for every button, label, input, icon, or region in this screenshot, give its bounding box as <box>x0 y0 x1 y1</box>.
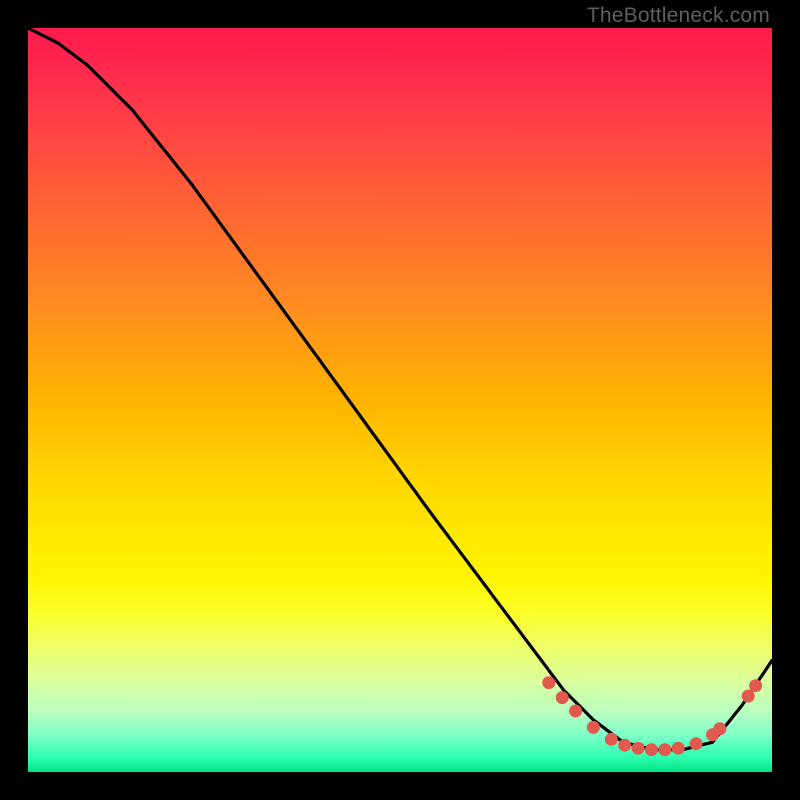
chart-dot <box>605 733 618 746</box>
chart-dot <box>569 705 582 718</box>
chart-dot <box>632 742 645 755</box>
chart-dot <box>556 691 569 704</box>
chart-dot <box>713 722 726 735</box>
attribution-text: TheBottleneck.com <box>587 4 770 28</box>
chart-dot <box>690 737 703 750</box>
chart-dot <box>749 679 762 692</box>
chart-dot <box>658 743 671 756</box>
chart-dot <box>542 676 555 689</box>
chart-plot-area <box>28 28 772 772</box>
chart-dot <box>587 721 600 734</box>
chart-svg <box>28 28 772 772</box>
chart-dot <box>742 690 755 703</box>
bottleneck-curve <box>28 28 772 750</box>
chart-dot <box>645 743 658 756</box>
chart-dot <box>618 739 631 752</box>
chart-stage: TheBottleneck.com <box>0 0 800 800</box>
chart-dots <box>542 676 762 756</box>
chart-dot <box>672 742 685 755</box>
